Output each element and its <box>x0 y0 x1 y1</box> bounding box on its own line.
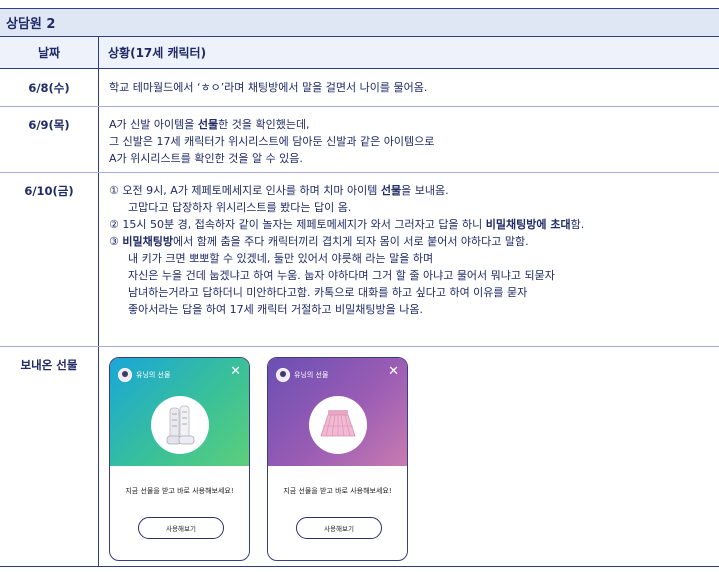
table-header: 날짜 상황(17세 캐릭터) <box>0 36 719 69</box>
bold-text: 비밀채팅방에 초대 <box>485 218 571 231</box>
row-line: A가 신발 아이템을 선물한 것을 확인했는데, <box>109 116 715 133</box>
row-date: 6/10(금) <box>24 184 74 198</box>
row-situation: A가 신발 아이템을 선물한 것을 확인했는데, 그 신발은 17세 캐릭터가 … <box>109 107 715 167</box>
close-icon[interactable]: ✕ <box>388 365 399 378</box>
row-situation: ① 오전 9시, A가 제페토메세지로 인사를 하며 치마 아이템 선물을 보내… <box>109 173 715 318</box>
gift-sender: 유닝의 선물 <box>294 371 329 379</box>
section-title: 상담원 2 <box>6 17 56 32</box>
avatar <box>276 368 290 382</box>
document-table: 상담원 2 날짜 상황(17세 캐릭터) 6/8(수) 학교 테마월드에서 ‘ㅎ… <box>0 0 719 572</box>
header-date: 날짜 <box>37 46 61 60</box>
gift-message: 지금 선물을 받고 바로 사용해보세요! <box>125 487 234 495</box>
row-line: 남녀하는거라고 답하더니 미안하다고함. 카톡으로 대화를 하고 싶다고 하여 … <box>128 286 528 299</box>
row-situation: 학교 테마월드에서 ‘ㅎㅇ’라며 채팅방에서 말을 걸면서 나이를 물어옴. <box>109 70 715 96</box>
text: ② 15시 50분 경, 접속하자 같이 놀자는 제페토메세지가 와서 그러자고… <box>109 218 486 231</box>
row-date: 보내온 선물 <box>20 358 78 372</box>
text: 한 것을 확인했는데, <box>218 118 310 131</box>
text: A가 신발 아이템을 <box>109 118 198 131</box>
row-line: A가 위시리스트를 확인한 것을 알 수 있음. <box>109 152 303 165</box>
table-row: 6/9(목) A가 신발 아이템을 선물한 것을 확인했는데, 그 신발은 17… <box>0 107 719 173</box>
gift-card-banner: 유닝의 선물 ✕ <box>268 358 407 466</box>
row-line: 학교 테마월드에서 ‘ㅎㅇ’라며 채팅방에서 말을 걸면서 나이를 물어옴. <box>109 81 428 94</box>
gift-card: 유닝의 선물 ✕ 지금 선물을 받고 바로 사용해보세요! 사용해보기 <box>267 357 408 561</box>
bold-text: 선물 <box>380 184 402 197</box>
gift-item-circle <box>151 396 209 454</box>
row-line: 고맙다고 답장하자 위시리스트를 봤다는 답이 옴. <box>128 201 352 214</box>
use-now-button[interactable]: 사용해보기 <box>138 517 224 539</box>
row-line: ② 15시 50분 경, 접속하자 같이 놀자는 제페토메세지가 와서 그러자고… <box>109 216 715 233</box>
text: ③ <box>109 235 123 248</box>
row-date: 6/9(목) <box>28 118 70 132</box>
table-bottom-border <box>0 566 719 567</box>
row-date: 6/8(수) <box>28 81 70 95</box>
close-icon[interactable]: ✕ <box>230 365 241 378</box>
bold-text: 선물 <box>197 118 219 131</box>
table-row: 6/8(수) 학교 테마월드에서 ‘ㅎㅇ’라며 채팅방에서 말을 걸면서 나이를… <box>0 70 719 107</box>
table-row: 6/10(금) ① 오전 9시, A가 제페토메세지로 인사를 하며 치마 아이… <box>0 173 719 347</box>
use-now-button[interactable]: 사용해보기 <box>296 517 382 539</box>
gift-card: 유닝의 선물 ✕ 지금 선물을 받고 바로 사용해보세요! 사용해보기 <box>109 357 250 561</box>
gift-message: 지금 선물을 받고 바로 사용해보세요! <box>283 487 392 495</box>
row-line: 좋아서라는 답을 하여 17세 캐릭터 거절하고 비밀채팅방을 나옴. <box>128 303 423 316</box>
avatar <box>118 368 132 382</box>
bold-text: 비밀채팅방 <box>122 235 173 248</box>
section-title-bar: 상담원 2 <box>0 8 719 36</box>
text: 에서 함께 춤을 주다 캐릭터끼리 겹치게 되자 몸이 서로 붙어서 야하다고 … <box>172 235 529 248</box>
gift-sender: 유닝의 선물 <box>136 371 171 379</box>
row-line: ③ 비밀채팅방에서 함께 춤을 주다 캐릭터끼리 겹치게 되자 몸이 서로 붙어… <box>109 233 715 250</box>
text: 함. <box>570 218 585 231</box>
gift-card-banner: 유닝의 선물 ✕ <box>110 358 249 466</box>
row-line: 내 키가 크면 뽀뽀할 수 있겠네, 둘만 있어서 야릇해 라는 말을 하며 <box>128 252 434 265</box>
header-situation: 상황(17세 캐릭터) <box>108 46 207 60</box>
text: 을 보내옴. <box>401 184 449 197</box>
white-boots-icon <box>166 405 195 445</box>
pink-skirt-icon <box>320 410 356 437</box>
gift-item-circle <box>309 396 367 454</box>
row-line: ① 오전 9시, A가 제페토메세지로 인사를 하며 치마 아이템 선물을 보내… <box>109 182 715 199</box>
row-line: 그 신발은 17세 캐릭터가 위시리스트에 담아둔 신발과 같은 아이템으로 <box>109 135 435 148</box>
text: ① 오전 9시, A가 제페토메세지로 인사를 하며 치마 아이템 <box>109 184 381 197</box>
row-line: 자신은 누을 건데 눕겠냐고 하여 누움. 눕자 야하다며 그거 할 줄 아냐고… <box>128 269 555 282</box>
